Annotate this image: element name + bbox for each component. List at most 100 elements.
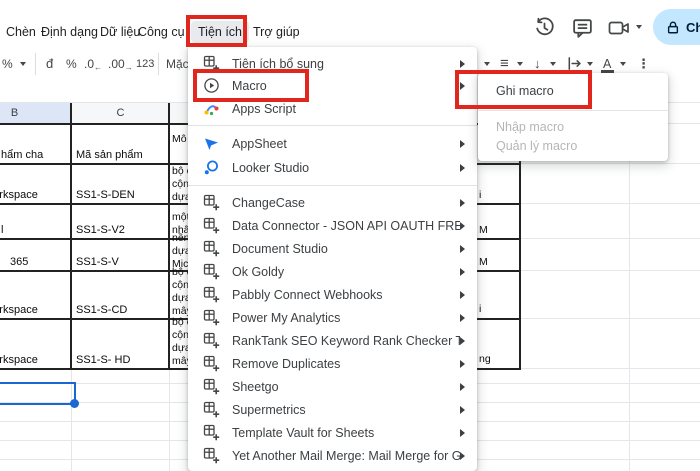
menu-divider xyxy=(188,185,477,186)
comment-icon[interactable] xyxy=(571,16,594,39)
menu-data[interactable]: Dữ liệu xyxy=(100,21,140,43)
fill-handle[interactable] xyxy=(70,399,79,408)
video-call-caret-icon[interactable] xyxy=(636,25,642,29)
menu-item-changecase[interactable]: ChangeCase xyxy=(188,191,477,214)
menu-format[interactable]: Định dạng xyxy=(41,21,98,43)
zoom-caret-icon[interactable] xyxy=(20,62,26,66)
increase-decimal-button[interactable]: .00→ xyxy=(108,54,133,74)
more-options-button[interactable]: ⋮ xyxy=(637,54,650,74)
menu-tools[interactable]: Công cụ xyxy=(138,21,185,43)
submenu-arrow-icon xyxy=(460,451,465,460)
toolbar-caret-icon[interactable] xyxy=(484,62,490,66)
submenu-divider xyxy=(478,110,668,111)
menu-item-appsheet[interactable]: AppSheet xyxy=(188,132,477,155)
menu-item-document-studio[interactable]: Document Studio xyxy=(188,237,477,260)
submenu-arrow-icon xyxy=(460,198,465,207)
decrease-decimal-button[interactable]: .0← xyxy=(84,54,102,74)
cell-text: SS1-S-V2 xyxy=(76,224,125,236)
addon-grid-icon xyxy=(203,447,220,464)
menu-item-label: Pabbly Connect Webhooks xyxy=(232,287,383,302)
submenu-arrow-icon xyxy=(460,139,465,148)
addon-grid-icon xyxy=(203,217,220,234)
menu-item-label: Sheetgo xyxy=(232,379,279,394)
gridline-h xyxy=(520,270,700,271)
gridline-h xyxy=(520,318,700,319)
submenu-arrow-icon xyxy=(460,428,465,437)
addon-grid-icon xyxy=(203,401,220,418)
addon-grid-icon xyxy=(203,240,220,257)
table-border xyxy=(168,103,170,370)
menu-item-looker-studio[interactable]: Looker Studio xyxy=(188,156,477,179)
number-format-button[interactable]: 123 xyxy=(136,54,154,74)
submenu-arrow-icon xyxy=(460,59,465,68)
menu-item-ok-goldy[interactable]: Ok Goldy xyxy=(188,260,477,283)
cell-text: SS1-S-DEN xyxy=(76,189,135,201)
menu-item-label: RankTank SEO Keyword Rank Checker Tool xyxy=(232,333,460,348)
cell-text: i xyxy=(479,189,482,201)
increase-decimal-arrow-icon: → xyxy=(124,63,133,72)
column-header-c[interactable]: C xyxy=(72,103,169,124)
history-icon[interactable] xyxy=(533,16,556,39)
cell-text: Workspace xyxy=(0,354,38,366)
submenu-arrow-icon xyxy=(460,221,465,230)
cell-text: SS1-S-V xyxy=(76,256,119,268)
cell-text: hẩm cha xyxy=(1,149,44,161)
submenu-item-manage-macros: Quản lý macro xyxy=(496,139,578,153)
submenu-arrow-icon xyxy=(460,267,465,276)
cell-text: i xyxy=(479,303,482,315)
menu-item-remove-duplicates[interactable]: Remove Duplicates xyxy=(188,352,477,375)
submenu-arrow-icon xyxy=(460,290,465,299)
currency-format-button[interactable]: đ xyxy=(46,54,53,74)
video-call-icon[interactable] xyxy=(607,17,631,39)
gridline-h xyxy=(520,163,700,164)
apps-script-icon xyxy=(203,100,220,117)
decrease-decimal-arrow-icon: ← xyxy=(94,63,103,72)
menu-item-label: AppSheet xyxy=(232,136,287,151)
menu-item-supermetrics[interactable]: Supermetrics xyxy=(188,398,477,421)
submenu-arrow-icon xyxy=(460,244,465,253)
addon-grid-icon xyxy=(203,378,220,395)
addon-grid-icon xyxy=(203,355,220,372)
gridline-h xyxy=(520,368,700,369)
horizontal-align-caret-icon[interactable] xyxy=(517,62,523,66)
font-select[interactable]: Mặc xyxy=(166,54,190,74)
cell-text: Workspace xyxy=(0,189,38,201)
menu-item-label: Yet Another Mail Merge: Mail Merge for G… xyxy=(232,448,460,463)
menu-item-template-vault[interactable]: Template Vault for Sheets xyxy=(188,421,477,444)
cell-text: M xyxy=(479,224,488,236)
vertical-align-caret-icon[interactable] xyxy=(550,62,556,66)
menu-item-label: Ok Goldy xyxy=(232,264,285,279)
column-header-b[interactable]: B xyxy=(0,103,71,124)
annotation-box-macro xyxy=(193,69,309,102)
lock-icon xyxy=(667,21,679,33)
menu-help[interactable]: Trợ giúp xyxy=(253,21,300,43)
addon-grid-icon xyxy=(203,424,220,441)
share-label: Chia xyxy=(686,19,700,35)
menu-item-ranktank[interactable]: RankTank SEO Keyword Rank Checker Tool xyxy=(188,329,477,352)
menu-item-power-my-analytics[interactable]: Power My Analytics xyxy=(188,306,477,329)
share-button[interactable]: Chia xyxy=(653,9,700,45)
addon-grid-icon xyxy=(203,309,220,326)
menu-item-pabbly[interactable]: Pabbly Connect Webhooks xyxy=(188,283,477,306)
percent-format-button[interactable]: % xyxy=(66,54,77,74)
toolbar-divider xyxy=(35,53,36,75)
menu-item-yamm[interactable]: Yet Another Mail Merge: Mail Merge for G… xyxy=(188,444,477,467)
cell-text: M xyxy=(479,256,488,268)
menu-item-label: Document Studio xyxy=(232,241,328,256)
menu-item-data-connector[interactable]: Data Connector - JSON API OAUTH FREE xyxy=(188,214,477,237)
cell-text: Workspace xyxy=(0,304,38,316)
zoom-control[interactable]: % xyxy=(2,54,13,74)
toolbar-divider xyxy=(158,53,159,75)
submenu-arrow-icon xyxy=(460,382,465,391)
cell-text: Mã sản phẩm xyxy=(76,149,143,161)
menu-item-label: Remove Duplicates xyxy=(232,356,341,371)
selected-cell[interactable] xyxy=(0,382,79,408)
cell-text: l xyxy=(1,224,4,236)
annotation-box-extensions xyxy=(186,15,247,47)
menu-item-sheetgo[interactable]: Sheetgo xyxy=(188,375,477,398)
text-color-caret-icon[interactable] xyxy=(620,62,626,66)
submenu-arrow-icon xyxy=(460,336,465,345)
text-wrap-caret-icon[interactable] xyxy=(587,62,593,66)
menu-insert[interactable]: Chèn xyxy=(6,21,36,43)
submenu-arrow-icon xyxy=(460,313,465,322)
